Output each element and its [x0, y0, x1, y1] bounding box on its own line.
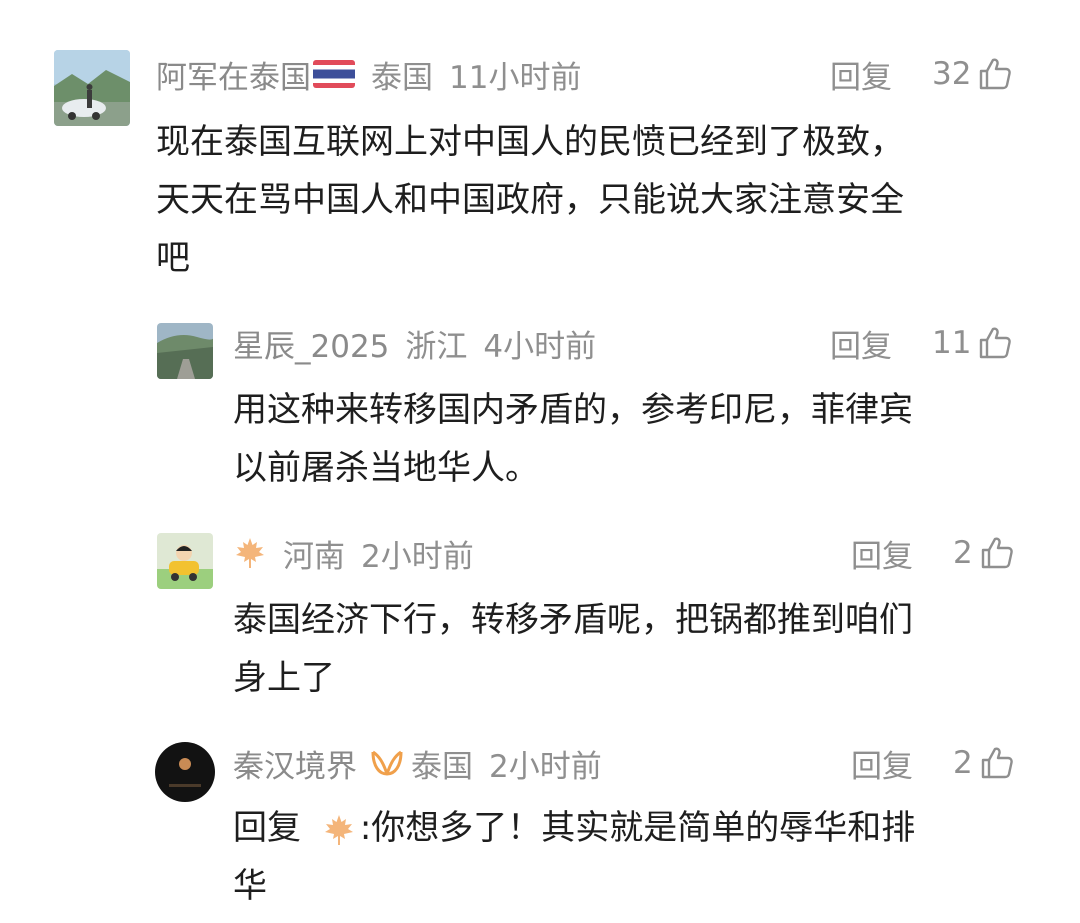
- thumbs-up-icon[interactable]: [979, 535, 1015, 571]
- reply-button[interactable]: 回复: [851, 741, 913, 786]
- location: 河南: [283, 538, 345, 575]
- reply-button[interactable]: 回复: [851, 531, 913, 576]
- thailand-flag-icon: [313, 60, 355, 88]
- avatar[interactable]: [54, 50, 130, 126]
- timestamp: 11小时前: [449, 59, 582, 96]
- comment-text-line: 吧: [156, 238, 190, 278]
- comment-text-line: 用这种来转移国内矛盾的，参考印尼，菲律宾: [233, 390, 913, 430]
- like-count: 11: [932, 325, 972, 361]
- thumbs-up-icon[interactable]: [977, 325, 1013, 361]
- location: 泰国: [411, 748, 473, 785]
- like-count: 32: [932, 56, 972, 92]
- comment-text-line: 以前屠杀当地华人。: [233, 448, 539, 488]
- location: 浙江: [405, 328, 468, 365]
- maple-leaf-icon[interactable]: [322, 813, 356, 847]
- reply-button[interactable]: 回复: [830, 321, 892, 366]
- thumbs-up-icon[interactable]: [977, 56, 1013, 92]
- comment-meta: 河南 2小时前: [233, 531, 474, 575]
- location: 泰国: [371, 59, 433, 96]
- thumbs-up-icon[interactable]: [979, 745, 1015, 781]
- reply-button[interactable]: 回复: [830, 52, 892, 97]
- comment-text-line: 天天在骂中国人和中国政府，只能说大家注意安全: [156, 180, 904, 220]
- comment-actions: 回复 32: [830, 52, 1013, 96]
- avatar[interactable]: [155, 742, 215, 802]
- comment-meta: 星辰_2025 浙江 4小时前: [233, 321, 596, 365]
- timestamp: 2小时前: [489, 748, 602, 785]
- comment-text-line: 现在泰国互联网上对中国人的民愤已经到了极致，: [156, 122, 904, 162]
- comment-actions: 回复 2: [851, 531, 1015, 575]
- comment-text: 现在泰国互联网上对中国人的民愤已经到了极致， 天天在骂中国人和中国政府，只能说大…: [156, 113, 1036, 287]
- avatar-image: [54, 50, 130, 126]
- maple-leaf-icon[interactable]: [233, 536, 267, 570]
- comment-text-line: 回复 :你想多了！其实就是简单的辱华和排: [233, 808, 916, 848]
- avatar-image: [155, 742, 215, 802]
- timestamp: 2小时前: [361, 538, 474, 575]
- comment-actions: 回复 2: [851, 741, 1015, 785]
- username[interactable]: 阿军在泰国: [156, 52, 311, 97]
- comment-meta: 秦汉境界 泰国 2小时前: [233, 741, 602, 785]
- comment-text: 用这种来转移国内矛盾的，参考印尼，菲律宾 以前屠杀当地华人。: [233, 381, 1033, 497]
- comment-text-content: 你想多了！其实就是简单的辱华和排: [371, 808, 916, 848]
- like-count: 2: [953, 745, 973, 781]
- username[interactable]: 秦汉境界: [233, 741, 357, 786]
- timestamp: 4小时前: [483, 328, 597, 365]
- comment-text-line: 身上了: [233, 658, 335, 698]
- reply-prefix: 回复: [233, 808, 301, 848]
- comment-text: 泰国经济下行，转移矛盾呢，把锅都推到咱们 身上了: [233, 591, 1033, 707]
- comment-meta: 阿军在泰国 泰国 11小时前: [156, 52, 581, 96]
- comment-actions: 回复 11: [830, 321, 1013, 365]
- comment-text-line: 泰国经济下行，转移矛盾呢，把锅都推到咱们: [233, 600, 913, 640]
- avatar[interactable]: [157, 323, 213, 379]
- comment-text: 回复 :你想多了！其实就是简单的辱华和排 华: [233, 799, 1033, 915]
- avatar[interactable]: [157, 533, 213, 589]
- comment-text-line: 华: [233, 866, 267, 906]
- avatar-image: [157, 323, 213, 379]
- avatar-image: [157, 533, 213, 589]
- like-count: 2: [953, 535, 973, 571]
- username[interactable]: 星辰_2025: [233, 321, 389, 366]
- orange-badge-icon: [371, 750, 403, 776]
